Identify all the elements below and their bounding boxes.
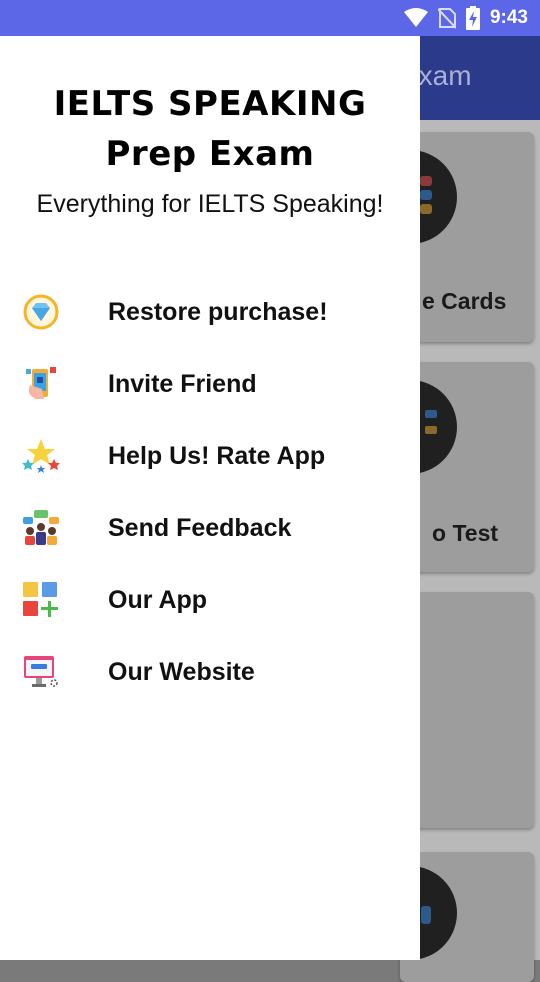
status-bar: 9:43 [0, 0, 540, 36]
diamond-icon [23, 294, 59, 330]
menu-item-label: Restore purchase! [108, 297, 328, 326]
drawer-title-line2: Prep Exam [105, 134, 315, 174]
menu-item-label: Help Us! Rate App [108, 441, 326, 470]
wifi-icon [403, 8, 428, 27]
card-label: o Test [432, 520, 499, 546]
menu-item-invite-friend[interactable]: Invite Friend [0, 348, 420, 420]
menu-item-send-feedback[interactable]: Send Feedback [0, 492, 420, 564]
menu-item-label: Invite Friend [108, 369, 257, 398]
menu-item-rate-app[interactable]: Help Us! Rate App [0, 420, 420, 492]
flash-cards-card[interactable]: e Cards [363, 132, 534, 342]
menu-item-restore-purchase[interactable]: Restore purchase! [0, 276, 420, 348]
menu-item-label: Our Website [108, 657, 255, 686]
menu-item-label: Send Feedback [108, 513, 292, 542]
feedback-people-icon [23, 510, 59, 545]
menu-item-our-app[interactable]: Our App [0, 564, 420, 636]
stars-icon [22, 439, 60, 473]
drawer-title: IELTS SPEAKING [53, 84, 367, 124]
status-icons: 9:43 [403, 0, 528, 36]
content-card[interactable] [400, 592, 534, 828]
battery-charging-icon [465, 6, 480, 30]
status-time: 9:43 [489, 7, 528, 28]
navigation-drawer: IELTS SPEAKING Prep Exam Everything for … [0, 36, 420, 960]
menu-item-our-website[interactable]: Our Website [0, 636, 420, 708]
invite-phone-icon [26, 367, 56, 399]
card-label: e Cards [422, 288, 507, 314]
website-icon [24, 656, 58, 687]
drawer-menu: Restore purchase! Invite Friend Help Us!… [0, 276, 420, 708]
mock-test-card[interactable]: o Test [363, 362, 534, 572]
content-card[interactable] [363, 852, 534, 982]
drawer-subtitle: Everything for IELTS Speaking! [36, 190, 384, 218]
menu-item-label: Our App [108, 585, 208, 614]
no-sim-icon [437, 8, 456, 29]
apps-grid-icon [23, 582, 58, 617]
